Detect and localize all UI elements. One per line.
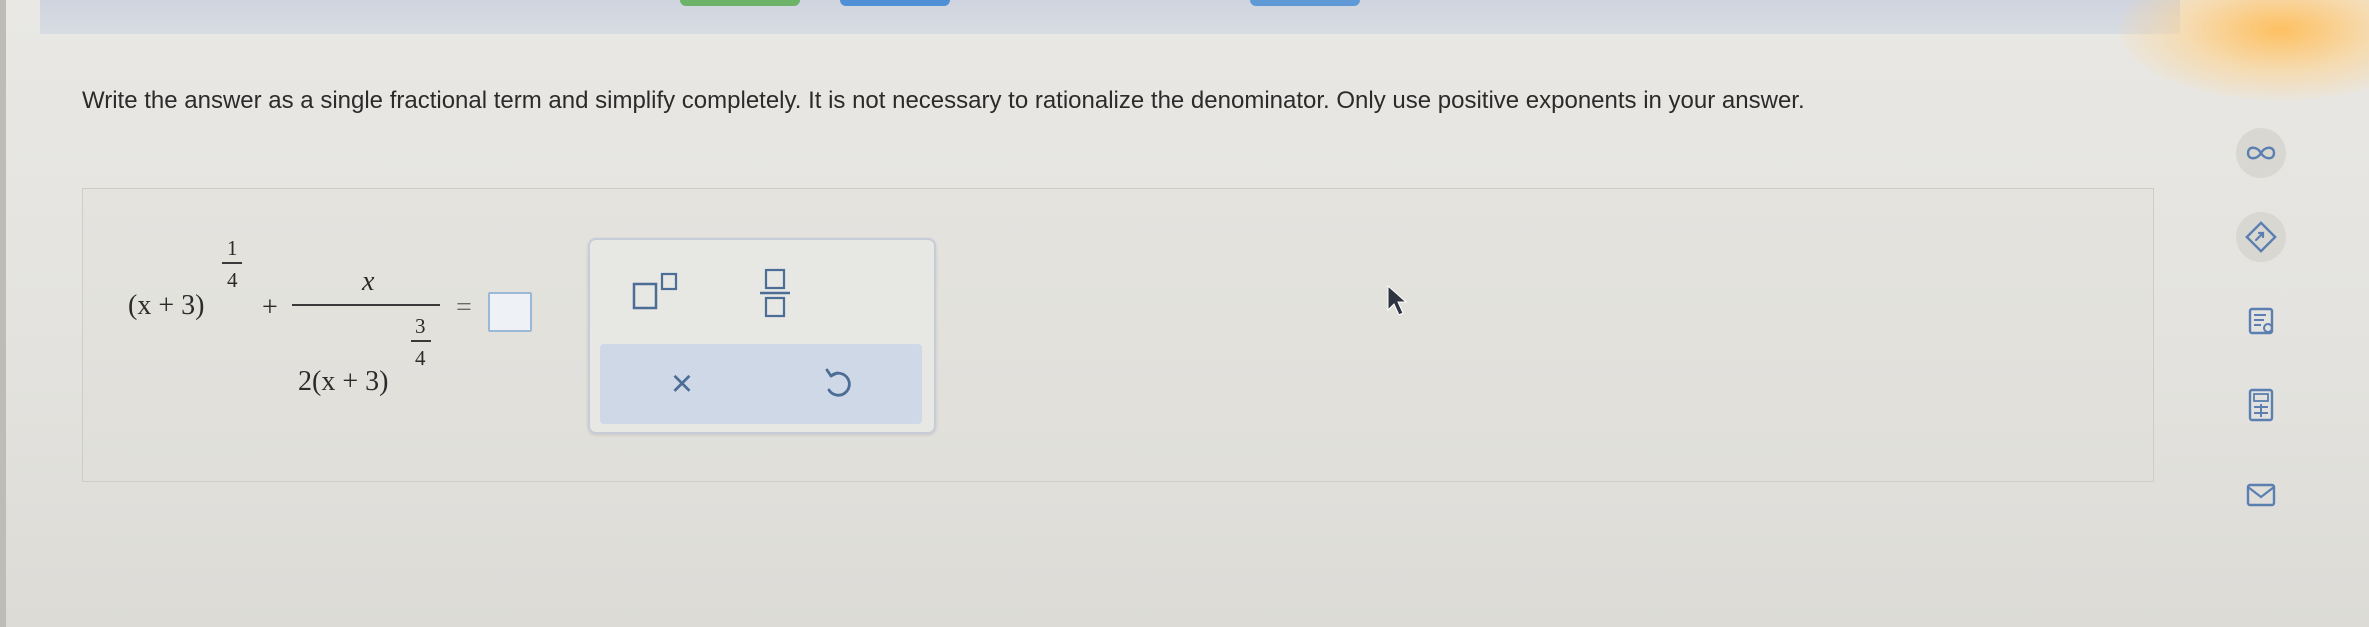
math-palette: ×	[588, 238, 936, 434]
answer-input[interactable]	[488, 292, 532, 332]
fraction-icon[interactable]	[750, 266, 800, 320]
clear-button[interactable]: ×	[662, 364, 702, 404]
fraction-bar	[292, 304, 440, 306]
term1-exp-numerator: 1	[227, 236, 238, 260]
fraction-denominator-base: 2(x + 3)	[298, 366, 389, 397]
window-edge	[0, 0, 6, 627]
tab-chip-green[interactable]	[680, 0, 800, 6]
instructions-text: Write the answer as a single fractional …	[82, 87, 1805, 114]
answer-area	[82, 188, 2154, 482]
fraction-numerator: x	[362, 266, 375, 297]
undo-icon[interactable]	[818, 364, 858, 404]
denominator-exp-bar	[411, 340, 431, 342]
term1-exp-bar	[222, 262, 242, 264]
top-tab-strip	[40, 0, 2180, 34]
share-icon[interactable]	[2236, 212, 2286, 262]
tab-chip-blue-2[interactable]	[1250, 0, 1360, 6]
plus-sign: +	[262, 292, 278, 323]
denominator-exp-numerator: 3	[415, 314, 426, 338]
screen-glare	[2120, 0, 2369, 100]
reader-icon[interactable]	[2236, 296, 2286, 346]
infinity-icon[interactable]	[2236, 128, 2286, 178]
superscript-icon[interactable]	[630, 270, 690, 316]
tab-chip-blue[interactable]	[840, 0, 950, 6]
denominator-exp-denominator: 4	[415, 346, 426, 370]
equals-sign: =	[456, 292, 472, 323]
mail-icon[interactable]	[2236, 470, 2286, 520]
term1-exp-denominator: 4	[227, 268, 238, 292]
mouse-cursor-icon	[1386, 284, 1410, 318]
term1-base: (x + 3)	[128, 290, 205, 321]
page: Write the answer as a single fractional …	[0, 0, 2369, 627]
calculator-icon[interactable]	[2236, 380, 2286, 430]
palette-action-bar: ×	[600, 344, 922, 424]
